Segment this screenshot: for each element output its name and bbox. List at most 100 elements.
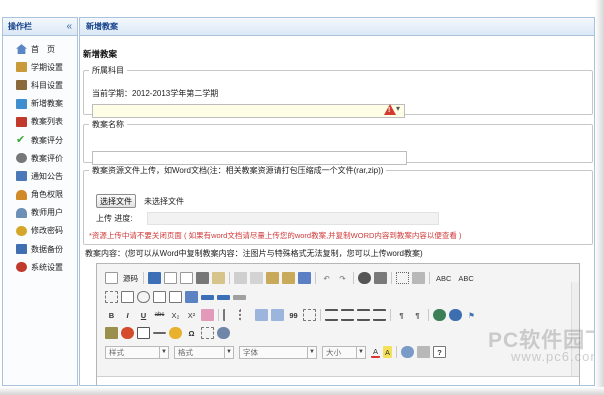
new-page-icon[interactable]: [164, 272, 177, 284]
sidebar-item-lesson-plan-review[interactable]: 教案评价: [3, 149, 77, 167]
editor-content-area[interactable]: [97, 376, 579, 385]
text-color-button[interactable]: A: [371, 346, 381, 358]
toolbar-separator: [218, 309, 219, 321]
div-container-icon[interactable]: [303, 309, 316, 321]
source-icon[interactable]: [105, 272, 118, 284]
paste-text-icon[interactable]: [282, 272, 295, 284]
ltr-icon[interactable]: ¶: [395, 309, 408, 321]
editor-toolbar-row-5: 样式 ▼ 格式 ▼ 字体 ▼ 大小 ▼ A A ?: [105, 344, 449, 360]
anchor-icon[interactable]: ⚑: [465, 309, 478, 321]
chevron-down-icon[interactable]: ▼: [307, 346, 316, 358]
sidebar-item-system-settings[interactable]: 系统设置: [3, 258, 77, 276]
paste-icon[interactable]: [266, 272, 279, 284]
page-break-icon[interactable]: [201, 327, 214, 339]
hidden-field-icon[interactable]: [233, 294, 246, 300]
sidebar-header: 操作栏 «: [3, 18, 77, 36]
spellcheck-icon[interactable]: ABC: [434, 272, 453, 284]
button-field-icon[interactable]: [201, 294, 214, 300]
sidebar-item-role-permissions[interactable]: 角色权限: [3, 186, 77, 204]
sidebar-item-data-backup[interactable]: 数据备份: [3, 240, 77, 258]
print-icon[interactable]: [196, 272, 209, 284]
role-icon: [16, 189, 27, 200]
text-color-label: A: [373, 346, 379, 356]
image-icon[interactable]: [105, 327, 118, 339]
strike-button[interactable]: abc: [153, 309, 166, 321]
numbered-list-icon[interactable]: [223, 309, 236, 321]
select-field-icon[interactable]: [185, 291, 198, 303]
outdent-icon[interactable]: [255, 309, 268, 321]
chevron-down-icon[interactable]: ▼: [224, 346, 233, 358]
sidebar-item-lesson-plan-list[interactable]: 教案列表: [3, 113, 77, 131]
maximize-icon[interactable]: [401, 346, 415, 358]
source-label[interactable]: 源码: [123, 273, 138, 284]
sidebar-item-lesson-plan-scoring[interactable]: ✔ 教案评分: [3, 131, 77, 149]
help-button[interactable]: ?: [433, 346, 447, 358]
calendar-icon: [16, 62, 27, 73]
underline-button[interactable]: U: [137, 309, 150, 321]
sidebar-item-new-lesson-plan[interactable]: 新增教案: [3, 95, 77, 113]
toolbar-separator: [429, 272, 430, 284]
sidebar-item-home[interactable]: 首 页: [3, 40, 77, 58]
size-combo[interactable]: 大小 ▼: [322, 345, 366, 359]
sidebar-item-subject-settings[interactable]: 科目设置: [3, 76, 77, 94]
collapse-icon[interactable]: «: [66, 21, 72, 32]
spellcheck-dropdown-icon[interactable]: ABC: [456, 272, 475, 284]
justify-icon[interactable]: [373, 309, 386, 321]
bullet-list-icon[interactable]: [239, 309, 252, 321]
form-icon[interactable]: [105, 291, 118, 303]
indent-icon[interactable]: [271, 309, 284, 321]
bold-button[interactable]: B: [105, 309, 118, 321]
template-icon[interactable]: [212, 272, 225, 284]
table-icon[interactable]: [137, 327, 150, 339]
preview-icon[interactable]: [180, 272, 193, 284]
sidebar-item-change-password[interactable]: 修改密码: [3, 222, 77, 240]
image-button-icon[interactable]: [217, 294, 230, 300]
align-center-icon[interactable]: [341, 309, 354, 321]
align-left-icon[interactable]: [325, 309, 338, 321]
flash-icon[interactable]: [121, 327, 134, 339]
notice-icon: [16, 171, 27, 182]
cut-icon[interactable]: [234, 272, 247, 284]
checkbox-icon[interactable]: [121, 291, 134, 303]
find-icon[interactable]: [358, 272, 371, 284]
choose-file-button[interactable]: 选择文件: [96, 194, 136, 208]
show-blocks-icon[interactable]: [417, 346, 431, 358]
italic-button[interactable]: I: [121, 309, 134, 321]
iframe-icon[interactable]: [217, 327, 230, 339]
special-char-button[interactable]: Ω: [185, 327, 198, 339]
font-combo[interactable]: 字体 ▼: [239, 345, 317, 359]
remove-format-icon[interactable]: [412, 272, 425, 284]
paste-word-icon[interactable]: [298, 272, 311, 284]
text-field-icon[interactable]: [153, 291, 166, 303]
rtl-icon[interactable]: ¶: [411, 309, 424, 321]
textarea-icon[interactable]: [169, 291, 182, 303]
align-right-icon[interactable]: [357, 309, 370, 321]
redo-icon[interactable]: ↷: [336, 272, 349, 284]
sidebar-item-notices[interactable]: 通知公告: [3, 167, 77, 185]
blockquote-button[interactable]: 99: [287, 309, 300, 321]
eraser-icon[interactable]: [201, 309, 214, 321]
format-combo[interactable]: 格式 ▼: [174, 345, 234, 359]
chevron-down-icon[interactable]: ▼: [159, 346, 168, 358]
unlink-icon[interactable]: [449, 309, 462, 321]
save-icon[interactable]: [148, 272, 161, 284]
superscript-button[interactable]: X²: [185, 309, 198, 321]
sidebar-item-teacher-users[interactable]: 教师用户: [3, 204, 77, 222]
chevron-down-icon[interactable]: ▾: [396, 104, 400, 113]
sidebar-item-term-settings[interactable]: 学期设置: [3, 58, 77, 76]
bg-color-button[interactable]: A: [383, 346, 393, 358]
lesson-plan-name-input[interactable]: [92, 151, 407, 165]
chevron-down-icon[interactable]: ▼: [356, 346, 365, 358]
link-icon[interactable]: [433, 309, 446, 321]
style-combo[interactable]: 样式 ▼: [105, 345, 169, 359]
select-all-icon[interactable]: [396, 272, 409, 284]
horizontal-rule-icon[interactable]: [153, 332, 166, 334]
smiley-icon[interactable]: [169, 327, 182, 339]
subject-select[interactable]: [92, 104, 405, 118]
editor-toolbar-row-1: 源码 ↶ ↷ ABC ABC: [105, 270, 479, 286]
replace-icon[interactable]: [374, 272, 387, 284]
subscript-button[interactable]: X₂: [169, 309, 182, 321]
copy-icon[interactable]: [250, 272, 263, 284]
undo-icon[interactable]: ↶: [320, 272, 333, 284]
radio-icon[interactable]: [137, 291, 150, 303]
